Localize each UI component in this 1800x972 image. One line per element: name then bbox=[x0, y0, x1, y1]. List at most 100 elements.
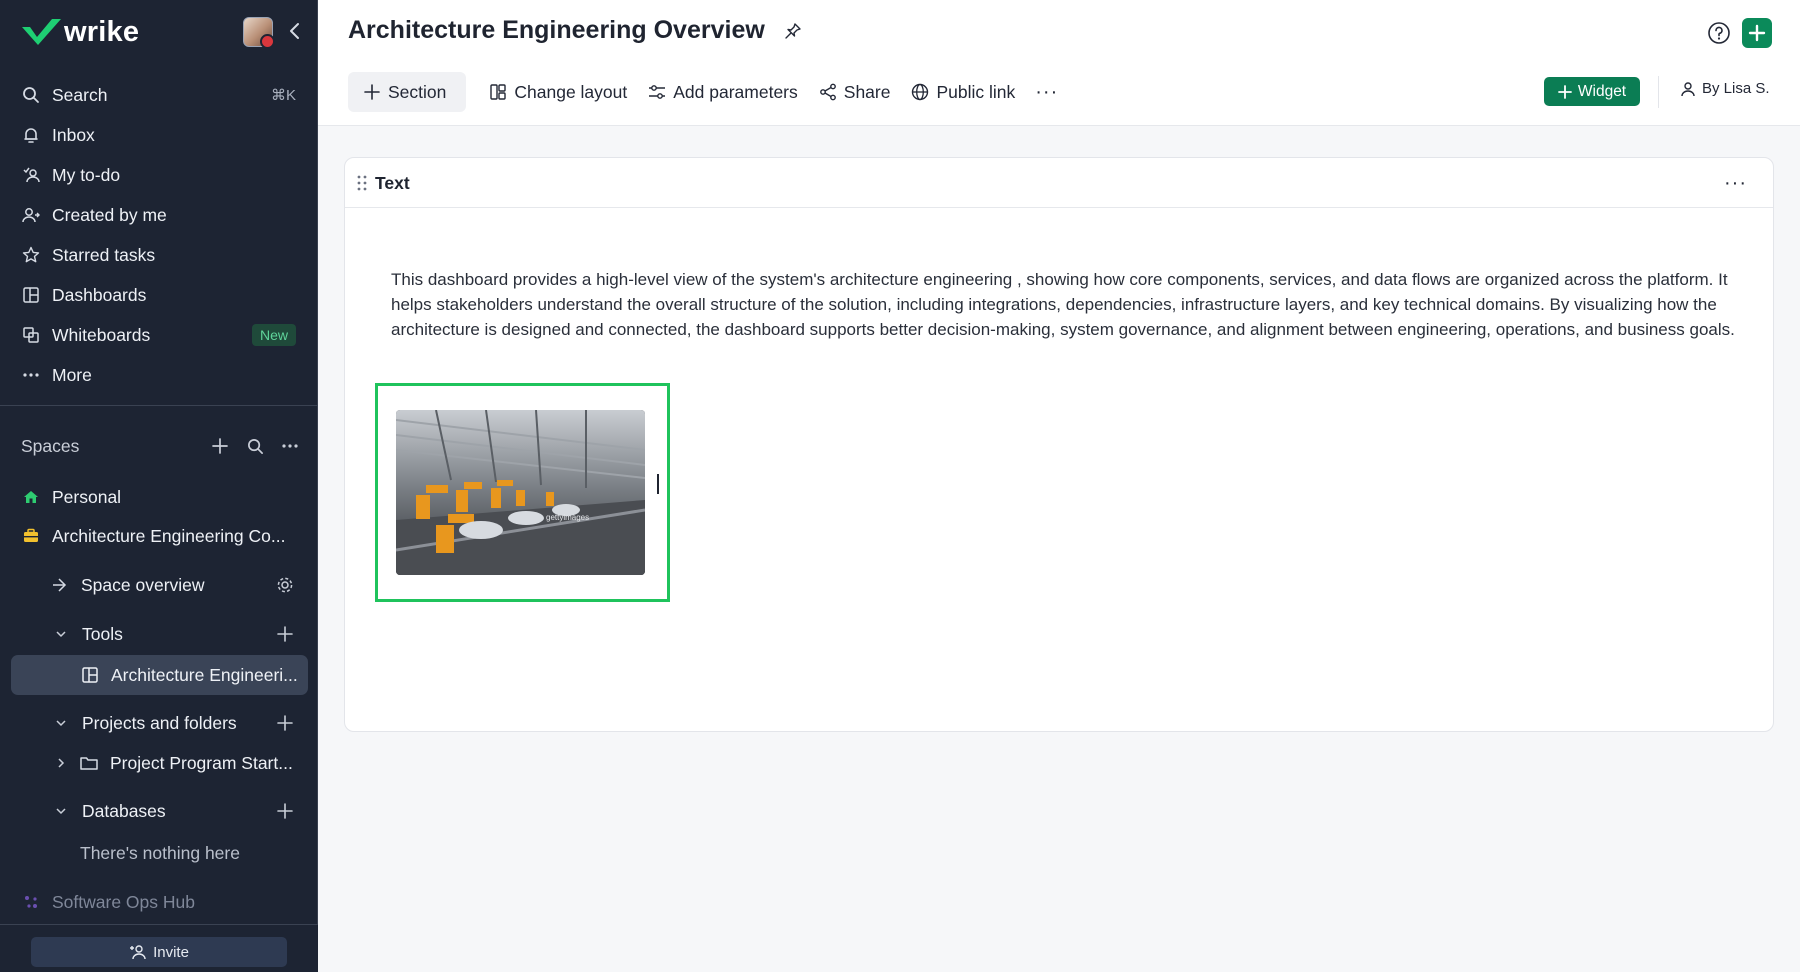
databases-group[interactable]: Databases bbox=[50, 793, 166, 829]
dashboard-title[interactable]: Architecture Engineering Overview bbox=[348, 16, 765, 45]
chevron-down-icon bbox=[50, 800, 72, 822]
nav-whiteboards-label: Whiteboards bbox=[52, 324, 151, 345]
page-title: Architecture Engineering Overview bbox=[348, 16, 807, 45]
space-architecture[interactable]: Architecture Engineering Co... bbox=[20, 518, 285, 554]
share-button[interactable]: Share bbox=[818, 72, 890, 112]
nav-my-todo[interactable]: My to-do bbox=[10, 157, 308, 193]
user-icon bbox=[1681, 81, 1695, 96]
tools-label: Tools bbox=[82, 623, 123, 644]
toolbar-more-button[interactable]: ··· bbox=[1035, 72, 1058, 112]
spaces-more-icon[interactable] bbox=[279, 435, 301, 457]
software-hub-label: Software Ops Hub bbox=[52, 891, 195, 912]
nav-starred-tasks[interactable]: Starred tasks bbox=[10, 237, 308, 273]
by-user-label: By Lisa S. bbox=[1702, 80, 1770, 97]
drag-handle-icon[interactable] bbox=[355, 174, 369, 192]
widget-title[interactable]: Text bbox=[375, 173, 410, 194]
nav-search-label: Search bbox=[52, 84, 108, 105]
nav-search[interactable]: Search ⌘K bbox=[10, 77, 308, 113]
add-tool-icon[interactable] bbox=[274, 623, 296, 645]
add-database-icon[interactable] bbox=[274, 800, 296, 822]
header-separator bbox=[1658, 76, 1659, 108]
share-icon bbox=[818, 82, 838, 102]
widget-label: Widget bbox=[1577, 82, 1627, 100]
nav-created-by-me-label: Created by me bbox=[52, 204, 167, 225]
space-personal[interactable]: Personal bbox=[20, 479, 121, 515]
search-icon bbox=[20, 84, 42, 106]
ellipsis-icon bbox=[20, 364, 42, 386]
tools-group[interactable]: Tools bbox=[50, 616, 123, 652]
add-space-icon[interactable] bbox=[209, 435, 231, 457]
todo-icon bbox=[20, 164, 42, 186]
brand-logo[interactable]: wrike bbox=[20, 14, 300, 50]
project-item[interactable]: Project Program Start... bbox=[50, 745, 293, 781]
help-icon[interactable] bbox=[1704, 18, 1734, 48]
invite-label: Invite bbox=[153, 943, 189, 961]
widget-header: Text ··· bbox=[345, 158, 1773, 208]
nav-dashboards[interactable]: Dashboards bbox=[10, 277, 308, 313]
sidebar: wrike Search ⌘K Inbox My to-do Created b… bbox=[0, 0, 318, 972]
public-link-label: Public link bbox=[936, 81, 1016, 102]
selected-image-frame[interactable]: gettyimages bbox=[375, 383, 670, 602]
nav-my-todo-label: My to-do bbox=[52, 164, 121, 185]
globe-icon bbox=[910, 82, 930, 102]
create-new-button[interactable] bbox=[1742, 18, 1772, 48]
public-link-button[interactable]: Public link bbox=[910, 72, 1015, 112]
tools-item-architecture-dashboard[interactable]: Architecture Engineeri... bbox=[79, 657, 298, 693]
projects-label: Projects and folders bbox=[82, 712, 237, 733]
add-widget-button[interactable]: Widget bbox=[1544, 77, 1640, 106]
nav-created-by-me[interactable]: Created by me bbox=[10, 197, 308, 233]
space-personal-label: Personal bbox=[52, 486, 122, 507]
dashboard-toolbar: Section Change layout Add parameters Sha… bbox=[348, 72, 1078, 112]
sidebar-divider bbox=[0, 405, 318, 406]
spaces-label: Spaces bbox=[21, 435, 80, 456]
user-created-icon bbox=[20, 204, 42, 226]
add-user-icon bbox=[130, 945, 146, 960]
space-software-ops-hub[interactable]: Software Ops Hub bbox=[20, 884, 195, 920]
project-item-label: Project Program Start... bbox=[110, 752, 293, 773]
widget-more-button[interactable]: ··· bbox=[1724, 172, 1747, 195]
settings-gear-icon[interactable] bbox=[274, 574, 296, 596]
search-spaces-icon[interactable] bbox=[244, 435, 266, 457]
folder-icon bbox=[78, 752, 100, 774]
svg-text:gettyimages: gettyimages bbox=[546, 513, 589, 522]
dashboard-icon bbox=[20, 284, 42, 306]
add-project-icon[interactable] bbox=[274, 712, 296, 734]
dashboard-icon bbox=[79, 664, 101, 686]
avatar[interactable] bbox=[243, 17, 275, 49]
factory-image[interactable]: gettyimages bbox=[396, 410, 645, 575]
space-overview[interactable]: Space overview bbox=[49, 567, 205, 603]
space-architecture-label: Architecture Engineering Co... bbox=[52, 525, 286, 546]
change-layout-button[interactable]: Change layout bbox=[488, 72, 627, 112]
pin-icon[interactable] bbox=[779, 17, 807, 45]
wrike-check-icon bbox=[22, 19, 61, 45]
add-section-button[interactable]: Section bbox=[348, 72, 467, 112]
add-parameters-label: Add parameters bbox=[673, 81, 798, 102]
invite-button[interactable]: Invite bbox=[31, 937, 287, 967]
text-cursor bbox=[657, 474, 659, 494]
nav-inbox[interactable]: Inbox bbox=[10, 117, 308, 153]
nav-dashboards-label: Dashboards bbox=[52, 284, 147, 305]
projects-group[interactable]: Projects and folders bbox=[50, 705, 237, 741]
chevron-right-icon bbox=[50, 752, 72, 774]
nav-more[interactable]: More bbox=[10, 357, 308, 393]
chevron-down-icon bbox=[50, 712, 72, 734]
sliders-icon bbox=[647, 82, 667, 102]
add-parameters-button[interactable]: Add parameters bbox=[647, 72, 798, 112]
plus-icon bbox=[1748, 24, 1766, 42]
databases-empty-text: There's nothing here bbox=[80, 842, 240, 863]
text-widget-card: Text ··· This dashboard provides a high-… bbox=[344, 157, 1774, 732]
owner-filter[interactable]: By Lisa S. bbox=[1680, 80, 1770, 97]
sidebar-bottom-bar: Invite bbox=[0, 924, 318, 972]
spaces-header: Spaces bbox=[21, 431, 301, 461]
collapse-sidebar-icon[interactable] bbox=[282, 16, 308, 46]
enter-icon bbox=[49, 574, 71, 596]
home-icon bbox=[20, 486, 42, 508]
tools-item-label: Architecture Engineeri... bbox=[111, 664, 298, 685]
widget-body-text[interactable]: This dashboard provides a high-level vie… bbox=[391, 267, 1751, 342]
nav-whiteboards[interactable]: Whiteboards New bbox=[10, 317, 308, 353]
search-shortcut: ⌘K bbox=[270, 87, 296, 104]
layout-icon bbox=[488, 82, 508, 102]
plus-icon bbox=[1557, 84, 1572, 99]
dashboard-header: Architecture Engineering Overview Sectio… bbox=[318, 0, 1800, 126]
toolbar-more-label: ··· bbox=[1035, 80, 1059, 103]
